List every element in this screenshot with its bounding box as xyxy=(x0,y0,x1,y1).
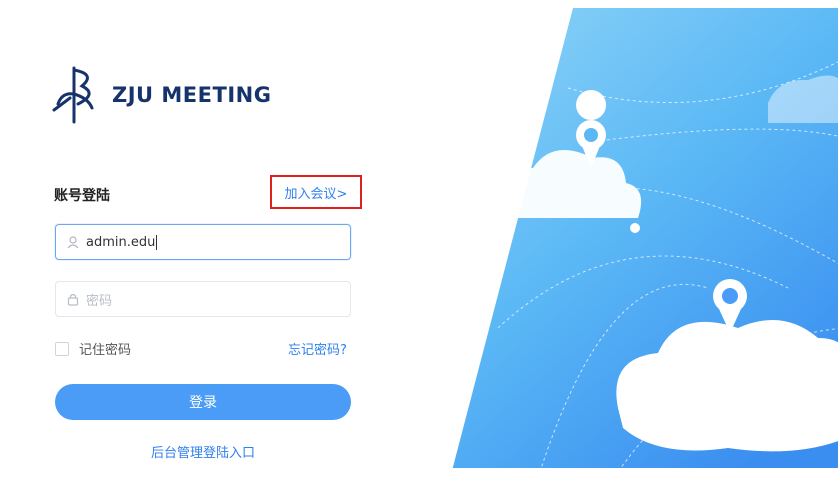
password-placeholder: 密码 xyxy=(86,293,113,309)
join-meeting-link[interactable]: 加入会议> xyxy=(270,175,362,209)
user-icon xyxy=(66,235,80,249)
remember-label: 记住密码 xyxy=(79,343,132,358)
lock-icon xyxy=(66,292,80,306)
forgot-password-link[interactable]: 忘记密码? xyxy=(288,339,347,358)
login-title: 账号登陆 xyxy=(54,188,110,204)
password-field[interactable]: 密码 xyxy=(55,281,351,317)
text-caret xyxy=(156,234,158,250)
admin-login-link[interactable]: 后台管理登陆入口 xyxy=(8,442,398,461)
username-field[interactable]: admin.edu xyxy=(55,224,351,260)
login-page: ZJU MEETING 账号登陆 加入会议> admin.edu 密码 记住密码… xyxy=(8,8,838,468)
username-value: admin.edu xyxy=(86,234,156,250)
remember-password[interactable]: 记住密码 xyxy=(55,339,131,358)
zju-logo-icon xyxy=(52,66,94,124)
brand-name: ZJU MEETING xyxy=(112,83,272,107)
remember-checkbox[interactable] xyxy=(55,341,69,356)
brand-logo: ZJU MEETING xyxy=(52,64,271,126)
login-button[interactable]: 登录 xyxy=(55,384,351,420)
